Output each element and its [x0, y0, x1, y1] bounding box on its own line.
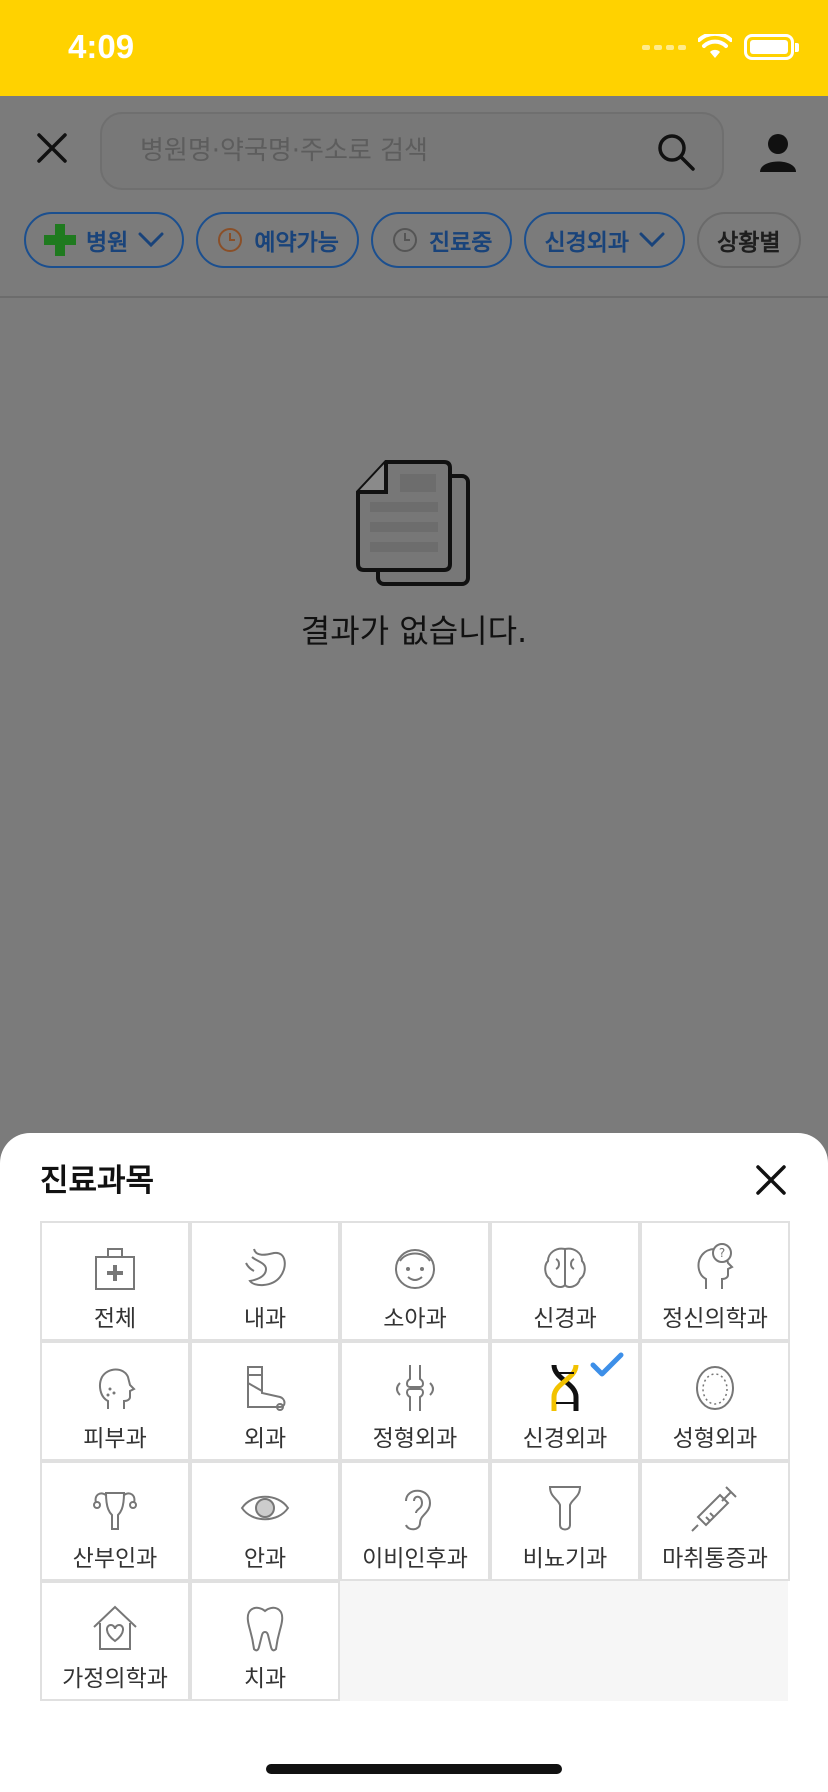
department-sheet: 진료과목 전체 내과 소아과 신경과 ? 정신의학과 피부과 외과 정형외과 신…: [0, 1133, 828, 1792]
department-item-surgery[interactable]: 외과: [190, 1341, 340, 1461]
tooth-icon: [246, 1606, 284, 1652]
chip-hospital[interactable]: 병원: [24, 212, 185, 268]
department-label: 외과: [243, 1426, 287, 1452]
child-face-icon: [395, 1249, 435, 1289]
department-item-dermatology[interactable]: 피부과: [40, 1341, 190, 1461]
empty-message: 결과가 없습니다.: [300, 612, 528, 650]
battery-icon: [744, 34, 799, 60]
status-icons: [642, 34, 799, 60]
department-item-internal[interactable]: 내과: [190, 1221, 340, 1341]
brain-icon: [544, 1247, 586, 1288]
hospital-icon: [95, 1248, 135, 1290]
cast-leg-icon: [247, 1366, 286, 1411]
chip-label: 신경외과: [544, 230, 630, 256]
department-label: 가정의학과: [62, 1666, 168, 1692]
close-button[interactable]: [30, 126, 74, 170]
house-heart-icon: [93, 1605, 137, 1650]
department-label: 신경과: [533, 1306, 597, 1332]
department-label: 마취통증과: [662, 1546, 768, 1572]
department-item-psychiatry[interactable]: ? 정신의학과: [640, 1221, 790, 1341]
plus-icon: [44, 224, 76, 256]
face-outline-icon: [696, 1366, 734, 1410]
close-icon: [37, 133, 67, 163]
home-indicator: [266, 1764, 562, 1774]
chevron-down-icon: [639, 232, 665, 248]
close-icon[interactable]: [754, 1163, 788, 1197]
department-item-dentistry[interactable]: 치과: [190, 1581, 340, 1701]
department-item-neurosurgery[interactable]: 신경외과: [490, 1341, 640, 1461]
department-label: 비뇨기과: [522, 1546, 608, 1572]
department-item-urology[interactable]: 비뇨기과: [490, 1461, 640, 1581]
status-time: 4:09: [68, 28, 135, 65]
department-item-pediatrics[interactable]: 소아과: [340, 1221, 490, 1341]
stomach-icon: [245, 1248, 286, 1287]
department-item-anesthesiology[interactable]: 마취통증과: [640, 1461, 790, 1581]
chip-reservable[interactable]: 예약가능: [196, 212, 359, 268]
department-item-family-medicine[interactable]: 가정의학과: [40, 1581, 190, 1701]
syringe-icon: [691, 1486, 737, 1532]
department-item-obgyn[interactable]: 산부인과: [40, 1461, 190, 1581]
search-input[interactable]: [140, 114, 620, 188]
department-label: 안과: [243, 1546, 287, 1572]
svg-text:?: ?: [719, 1246, 725, 1260]
chevron-down-icon: [138, 232, 164, 248]
chip-department[interactable]: 신경외과: [524, 212, 686, 268]
clock-icon: [218, 228, 243, 252]
face-skin-icon: [99, 1368, 136, 1409]
department-label: 정형외과: [372, 1426, 458, 1452]
department-label: 내과: [243, 1306, 287, 1332]
department-item-orthopedics[interactable]: 정형외과: [340, 1341, 490, 1461]
sheet-title: 진료과목: [40, 1163, 155, 1199]
head-question-icon: ?: [697, 1243, 734, 1289]
uterus-icon: [93, 1492, 137, 1530]
clock-icon: [392, 228, 417, 252]
department-item-ent[interactable]: 이비인후과: [340, 1461, 490, 1581]
chip-label: 병원: [86, 230, 129, 256]
department-item-neurology[interactable]: 신경과: [490, 1221, 640, 1341]
chip-label: 예약가능: [254, 230, 339, 256]
department-label: 정신의학과: [662, 1306, 768, 1332]
wifi-icon: [698, 34, 732, 58]
department-label: 치과: [243, 1666, 287, 1692]
department-label: 신경외과: [522, 1426, 608, 1452]
department-label: 소아과: [383, 1306, 447, 1332]
search-icon[interactable]: [656, 132, 696, 172]
check-icon: [590, 1352, 624, 1377]
department-label: 산부인과: [72, 1546, 158, 1572]
chip-label: 상황별: [717, 230, 781, 256]
chip-label: 진료중: [428, 230, 493, 256]
department-item-all[interactable]: 전체: [40, 1221, 190, 1341]
search-box[interactable]: [100, 112, 724, 190]
empty-state: 결과가 없습니다.: [0, 460, 828, 652]
department-grid: 전체 내과 소아과 신경과 ? 정신의학과 피부과 외과 정형외과 신경외과 성…: [40, 1221, 790, 1701]
eye-icon: [240, 1495, 290, 1521]
department-label: 이비인후과: [362, 1546, 468, 1572]
user-icon[interactable]: [758, 132, 798, 172]
bone-joint-icon: [396, 1365, 434, 1411]
status-bar: 4:09: [0, 0, 828, 96]
department-label: 전체: [93, 1306, 137, 1332]
department-label: 피부과: [83, 1426, 147, 1452]
dna-icon: [551, 1364, 579, 1411]
chip-open-now[interactable]: 진료중: [370, 212, 513, 268]
ear-icon: [405, 1489, 432, 1531]
search-header: 병원 예약가능 진료중 신경외과 상황별: [0, 96, 828, 296]
department-item-plastic-surgery[interactable]: 성형외과: [640, 1341, 790, 1461]
department-label: 성형외과: [672, 1426, 758, 1452]
filter-chips: 병원 예약가능 진료중 신경외과 상황별: [24, 212, 801, 272]
chip-situation[interactable]: 상황별: [697, 212, 801, 268]
urology-icon: [548, 1486, 582, 1531]
department-item-ophthalmology[interactable]: 안과: [190, 1461, 340, 1581]
divider: [0, 296, 828, 298]
cellular-signal-icon: [642, 44, 686, 50]
documents-icon: [356, 460, 470, 586]
